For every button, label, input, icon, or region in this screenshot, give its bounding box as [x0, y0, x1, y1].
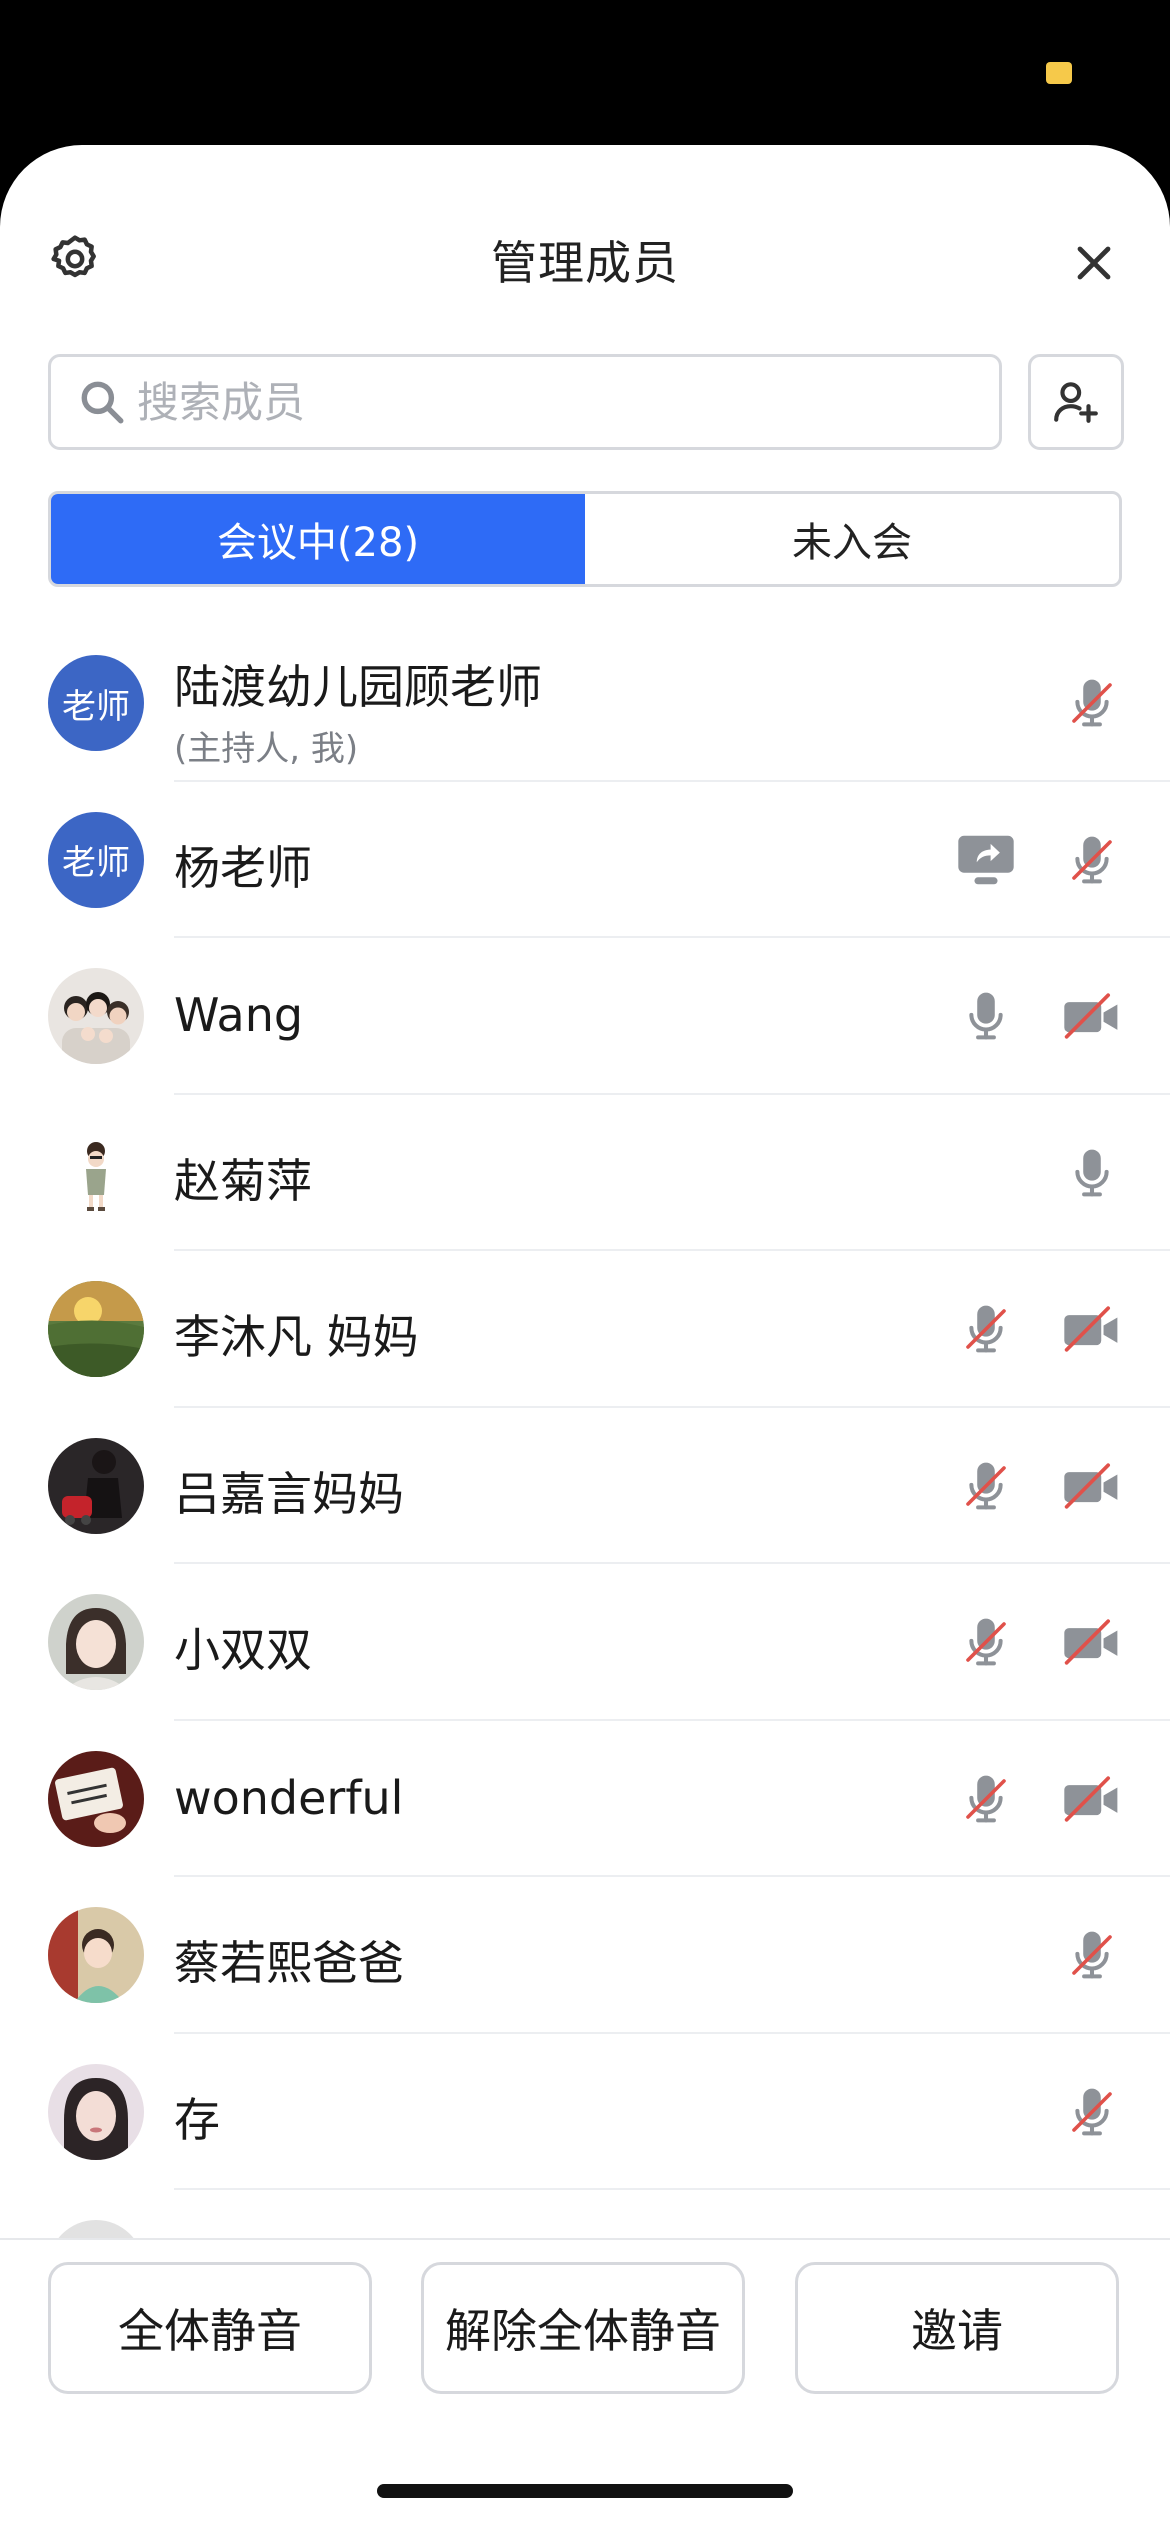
- recording-indicator: [1046, 62, 1072, 84]
- member-row[interactable]: 吕嘉言妈妈: [0, 1408, 1170, 1564]
- mic-icon: [969, 992, 1003, 1040]
- member-row[interactable]: 存: [0, 2034, 1170, 2190]
- camera-off-icon: [1064, 1306, 1118, 1352]
- close-icon: [1077, 246, 1111, 280]
- search-row: [48, 354, 1124, 450]
- avatar-photo: [48, 968, 144, 1064]
- member-row[interactable]: 老师 陆渡幼儿园顾老师 (主持人, 我): [0, 625, 1170, 782]
- camera-off-icon: [1064, 1619, 1118, 1665]
- mic-off-icon: [966, 1462, 1006, 1509]
- avatar: [48, 2063, 144, 2160]
- avatar: [48, 1594, 144, 1690]
- member-role: (主持人, 我): [174, 729, 359, 769]
- add-person-icon: [1054, 382, 1098, 423]
- member-name: 赵菊萍: [174, 1153, 312, 1208]
- status-bar: [0, 0, 1170, 145]
- member-name: 李沐凡 妈妈: [174, 1310, 419, 1364]
- avatar-photo: [48, 1124, 144, 1221]
- search-input[interactable]: [137, 377, 957, 427]
- avatar: [48, 968, 144, 1064]
- mic-muted-button[interactable]: [956, 1769, 1016, 1829]
- camera-off-icon: [1064, 993, 1118, 1039]
- mic-off-icon: [1072, 836, 1112, 883]
- mic-off-icon: [966, 1775, 1006, 1822]
- member-row[interactable]: Wang: [0, 938, 1170, 1095]
- member-row[interactable]: 老师 杨老师: [0, 782, 1170, 938]
- mic-muted-button[interactable]: [1062, 673, 1122, 733]
- tab-not-joined[interactable]: 未入会: [585, 494, 1119, 584]
- mic-muted-button[interactable]: [1062, 1925, 1122, 1985]
- member-name: 小双双: [174, 1623, 312, 1677]
- bottom-action-bar: 全体静音 解除全体静音 邀请: [0, 2238, 1170, 2532]
- member-name: wonderful: [174, 1770, 404, 1825]
- search-box[interactable]: [48, 354, 1002, 450]
- member-name: 存: [174, 2092, 220, 2147]
- mic-muted-button[interactable]: [1062, 830, 1122, 890]
- avatar: 老师: [48, 811, 144, 908]
- member-name: Wang: [174, 988, 304, 1042]
- avatar-photo: [48, 1437, 144, 1534]
- camera-off-button[interactable]: [1062, 1299, 1122, 1359]
- screen-share-button[interactable]: [956, 830, 1016, 890]
- manage-members-sheet: 管理成员 会议中(28) 未入会 老师 陆渡幼儿: [0, 145, 1170, 2532]
- avatar: [48, 1281, 144, 1377]
- mic-icon: [1075, 1149, 1109, 1196]
- mic-off-icon: [966, 1305, 1006, 1353]
- home-indicator: [377, 2484, 793, 2498]
- avatar: [48, 2220, 144, 2239]
- member-row[interactable]: [0, 2190, 1170, 2239]
- member-row[interactable]: wonderful: [0, 1721, 1170, 1877]
- member-row[interactable]: 赵菊萍: [0, 1095, 1170, 1251]
- camera-off-icon: [1064, 1462, 1118, 1509]
- mic-muted-button[interactable]: [1062, 2082, 1122, 2142]
- mic-muted-button[interactable]: [956, 1299, 1016, 1359]
- mic-muted-button[interactable]: [956, 1456, 1016, 1516]
- avatar-photo: [48, 1281, 144, 1377]
- member-name: 吕嘉言妈妈: [174, 1466, 404, 1521]
- camera-off-icon: [1064, 1775, 1118, 1822]
- camera-off-button[interactable]: [1062, 1456, 1122, 1516]
- mic-button[interactable]: [1062, 1143, 1122, 1203]
- page-title: 管理成员: [491, 236, 679, 290]
- camera-off-button[interactable]: [1062, 1612, 1122, 1672]
- member-name: 杨老师: [174, 840, 312, 895]
- add-member-button[interactable]: [1028, 354, 1124, 450]
- camera-off-button[interactable]: [1062, 1769, 1122, 1829]
- mic-off-icon: [1072, 1931, 1112, 1979]
- mic-off-icon: [966, 1618, 1006, 1666]
- unmute-all-button[interactable]: 解除全体静音: [421, 2262, 745, 2394]
- member-row[interactable]: 蔡若熙爸爸: [0, 1877, 1170, 2034]
- camera-off-button[interactable]: [1062, 986, 1122, 1046]
- sheet-header: 管理成员: [0, 145, 1170, 375]
- member-row[interactable]: 李沐凡 妈妈: [0, 1251, 1170, 1408]
- tab-bar: 会议中(28) 未入会: [48, 491, 1122, 587]
- mic-off-icon: [1072, 679, 1112, 727]
- mic-muted-button[interactable]: [956, 1612, 1016, 1672]
- mic-button[interactable]: [956, 986, 1016, 1046]
- invite-button[interactable]: 邀请: [795, 2262, 1119, 2394]
- member-list: 老师 陆渡幼儿园顾老师 (主持人, 我) 老师 杨老师 Wang 赵菊萍 李沐凡…: [0, 625, 1170, 2239]
- avatar-photo: [48, 1907, 144, 2003]
- avatar: [48, 1437, 144, 1534]
- mute-all-button[interactable]: 全体静音: [48, 2262, 372, 2394]
- avatar: [48, 1907, 144, 2003]
- screen-share-icon: [958, 835, 1014, 884]
- member-name: 蔡若熙爸爸: [174, 1936, 404, 1990]
- member-name: 陆渡幼儿园顾老师: [174, 660, 542, 714]
- mic-off-icon: [1072, 2088, 1112, 2135]
- close-button[interactable]: [1066, 235, 1122, 291]
- member-row[interactable]: 小双双: [0, 1564, 1170, 1721]
- avatar: 老师: [48, 655, 144, 751]
- avatar-photo: [48, 1750, 144, 1847]
- avatar: [48, 1124, 144, 1221]
- avatar: [48, 1750, 144, 1847]
- avatar-photo: [48, 1594, 144, 1690]
- avatar-photo: [48, 2063, 144, 2160]
- search-icon: [81, 381, 124, 424]
- tab-in-meeting[interactable]: 会议中(28): [51, 494, 585, 584]
